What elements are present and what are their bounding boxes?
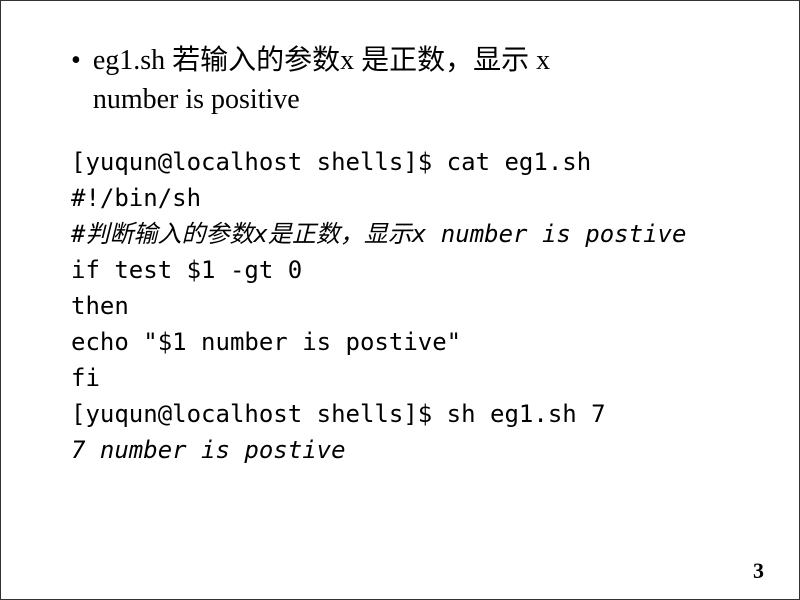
slide-content: • eg1.sh 若输入的参数x 是正数，显示 x number is posi…: [1, 1, 799, 488]
bullet-marker: •: [71, 41, 81, 80]
page-number: 3: [753, 558, 764, 584]
bullet-line1: eg1.sh 若输入的参数x 是正数，显示 x: [93, 45, 550, 76]
terminal-line: if test $1 -gt 0: [71, 252, 729, 288]
bullet-item: • eg1.sh 若输入的参数x 是正数，显示 x number is posi…: [71, 41, 729, 119]
terminal-line: [yuqun@localhost shells]$ sh eg1.sh 7: [71, 396, 729, 432]
terminal-line: #!/bin/sh: [71, 180, 729, 216]
terminal-output: [yuqun@localhost shells]$ cat eg1.sh #!/…: [71, 144, 729, 468]
terminal-line: #判断输入的参数x是正数，显示x number is postive: [71, 216, 729, 252]
terminal-line: fi: [71, 360, 729, 396]
terminal-line: then: [71, 288, 729, 324]
bullet-line2: number is positive: [93, 84, 300, 115]
terminal-line: 7 number is postive: [71, 432, 729, 468]
bullet-text: eg1.sh 若输入的参数x 是正数，显示 x number is positi…: [93, 41, 550, 119]
terminal-line: [yuqun@localhost shells]$ cat eg1.sh: [71, 144, 729, 180]
terminal-line: echo "$1 number is postive": [71, 324, 729, 360]
